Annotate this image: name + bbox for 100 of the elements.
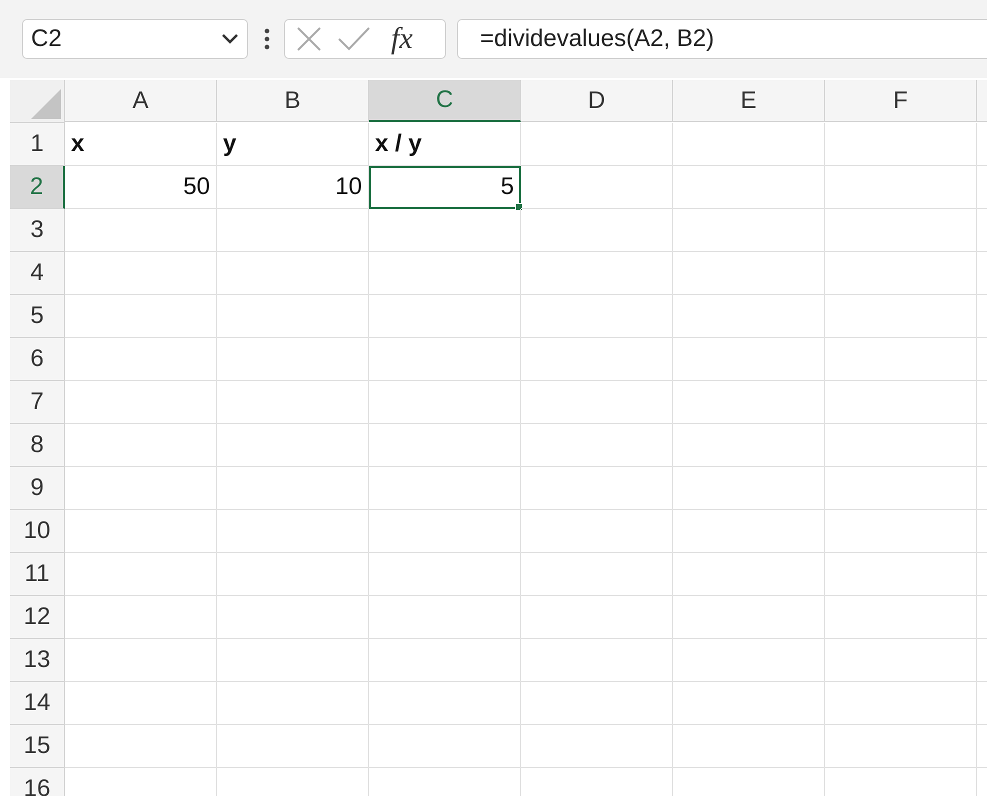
table-cell[interactable]: y — [217, 123, 369, 166]
row-header[interactable]: 1 — [10, 123, 65, 166]
table-cell[interactable] — [521, 639, 673, 682]
table-cell[interactable] — [825, 381, 977, 424]
table-cell[interactable] — [673, 596, 825, 639]
row-header[interactable]: 16 — [10, 768, 65, 796]
table-cell[interactable] — [369, 510, 521, 553]
table-cell[interactable] — [369, 467, 521, 510]
table-cell[interactable] — [673, 553, 825, 596]
table-cell[interactable] — [825, 166, 977, 209]
table-cell[interactable]: x — [65, 123, 217, 166]
table-cell[interactable] — [673, 338, 825, 381]
table-cell[interactable] — [673, 639, 825, 682]
row-header[interactable]: 4 — [10, 252, 65, 295]
row-header[interactable]: 2 — [10, 166, 65, 209]
fill-handle[interactable] — [515, 203, 523, 211]
table-cell[interactable] — [673, 123, 825, 166]
table-cell[interactable] — [65, 682, 217, 725]
enter-button[interactable] — [337, 26, 371, 52]
table-cell[interactable] — [65, 252, 217, 295]
row-header[interactable]: 6 — [10, 338, 65, 381]
table-cell[interactable] — [217, 252, 369, 295]
table-cell[interactable] — [521, 209, 673, 252]
table-cell[interactable] — [673, 381, 825, 424]
table-cell[interactable] — [825, 639, 977, 682]
table-cell[interactable] — [65, 725, 217, 768]
table-cell[interactable] — [369, 424, 521, 467]
table-cell[interactable] — [65, 467, 217, 510]
table-cell[interactable] — [369, 682, 521, 725]
table-cell[interactable] — [673, 166, 825, 209]
table-cell[interactable] — [673, 682, 825, 725]
insert-function-button[interactable]: fx — [391, 22, 413, 56]
table-cell[interactable] — [65, 510, 217, 553]
table-cell[interactable] — [369, 381, 521, 424]
row-header[interactable]: 3 — [10, 209, 65, 252]
table-cell[interactable] — [825, 424, 977, 467]
table-cell[interactable] — [521, 553, 673, 596]
table-cell[interactable] — [217, 510, 369, 553]
table-cell[interactable] — [217, 596, 369, 639]
table-cell[interactable]: 5 — [369, 166, 521, 209]
table-cell[interactable] — [825, 467, 977, 510]
table-cell[interactable] — [673, 295, 825, 338]
table-cell[interactable] — [521, 381, 673, 424]
table-cell[interactable] — [65, 209, 217, 252]
cancel-button[interactable] — [295, 25, 323, 53]
table-cell[interactable] — [217, 338, 369, 381]
table-cell[interactable] — [521, 467, 673, 510]
table-cell[interactable] — [825, 510, 977, 553]
table-cell[interactable] — [369, 725, 521, 768]
table-cell[interactable] — [825, 295, 977, 338]
table-cell[interactable] — [673, 424, 825, 467]
table-cell[interactable] — [369, 252, 521, 295]
table-cell[interactable] — [65, 295, 217, 338]
table-cell[interactable] — [65, 381, 217, 424]
table-cell[interactable] — [217, 682, 369, 725]
table-cell[interactable] — [217, 381, 369, 424]
row-header[interactable]: 11 — [10, 553, 65, 596]
row-header[interactable]: 14 — [10, 682, 65, 725]
table-cell[interactable] — [217, 725, 369, 768]
table-cell[interactable] — [825, 209, 977, 252]
table-cell[interactable] — [521, 295, 673, 338]
table-cell[interactable] — [673, 467, 825, 510]
table-cell[interactable] — [217, 467, 369, 510]
table-cell[interactable] — [521, 725, 673, 768]
table-cell[interactable] — [369, 338, 521, 381]
table-cell[interactable] — [217, 209, 369, 252]
row-header[interactable]: 12 — [10, 596, 65, 639]
chevron-down-icon[interactable] — [221, 33, 239, 45]
table-cell[interactable] — [521, 252, 673, 295]
select-all-triangle-icon[interactable] — [31, 89, 61, 119]
row-header[interactable]: 7 — [10, 381, 65, 424]
table-cell[interactable] — [65, 424, 217, 467]
table-cell[interactable] — [825, 553, 977, 596]
table-cell[interactable] — [521, 596, 673, 639]
table-cell[interactable] — [521, 682, 673, 725]
table-cell[interactable] — [825, 338, 977, 381]
table-cell[interactable] — [521, 338, 673, 381]
table-cell[interactable] — [369, 596, 521, 639]
table-cell[interactable] — [673, 252, 825, 295]
table-cell[interactable] — [673, 510, 825, 553]
table-cell[interactable] — [521, 510, 673, 553]
column-header[interactable] — [977, 80, 987, 122]
table-cell[interactable] — [521, 123, 673, 166]
row-header[interactable]: 5 — [10, 295, 65, 338]
column-header[interactable]: E — [673, 80, 825, 122]
table-cell[interactable] — [217, 639, 369, 682]
table-cell[interactable] — [825, 596, 977, 639]
table-cell[interactable] — [369, 639, 521, 682]
table-cell[interactable] — [65, 596, 217, 639]
table-cell[interactable] — [65, 553, 217, 596]
formula-field[interactable]: =dividevalues(A2, B2) — [457, 19, 987, 59]
row-header[interactable]: 8 — [10, 424, 65, 467]
column-header[interactable]: F — [825, 80, 977, 122]
column-header[interactable]: D — [521, 80, 673, 122]
table-cell[interactable] — [825, 725, 977, 768]
name-box[interactable]: C2 — [22, 19, 248, 59]
column-header[interactable]: C — [369, 80, 521, 122]
row-header[interactable]: 9 — [10, 467, 65, 510]
table-cell[interactable] — [217, 553, 369, 596]
table-cell[interactable] — [369, 553, 521, 596]
